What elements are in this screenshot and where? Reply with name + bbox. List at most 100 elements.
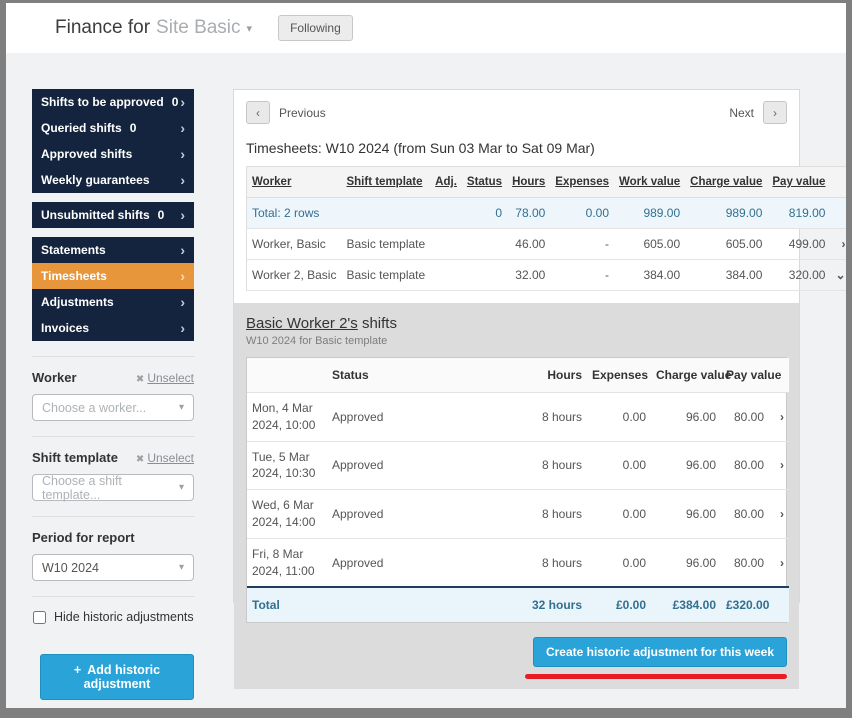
sidebar: Shifts to be approved 0 › Queried shifts… [32,89,194,708]
add-historic-adjustment-button[interactable]: + Add historic adjustment [40,654,194,700]
cell-charge-value: 605.00 [685,228,768,260]
cell-charge-value: 96.00 [651,489,721,539]
cell-status: Approved [327,441,511,491]
cell-pay-value: 320.00 [767,259,831,291]
hide-historic-adjustments-checkbox[interactable] [33,610,46,624]
cell-hours: 8 hours [511,538,587,588]
cell-expenses: - [550,259,614,291]
sidebar-item-timesheets[interactable]: Timesheets › [32,263,194,289]
cell-expenses: - [550,228,614,260]
cell-hours: 8 hours [511,489,587,539]
total-hours: 78.00 [507,197,551,229]
site-caret-down-icon[interactable]: ▾ [247,22,253,35]
sidebar-item-label: Shifts to be approved [41,95,164,109]
cell-date: Wed, 6 Mar 2024, 14:00 [247,489,327,539]
column-header-pay-value: Pay value [721,358,781,393]
sidebar-item-adjustments[interactable]: Adjustments › [32,289,194,315]
shift-row[interactable]: Tue, 5 Mar 2024, 10:30 Approved 8 hours … [247,441,789,491]
count-badge: 0 [129,121,137,135]
shift-row-chevron-right-icon[interactable]: › [769,489,789,539]
following-button[interactable]: Following [278,15,353,41]
column-header-shift-template[interactable]: Shift template [341,166,431,198]
shift-template-filter-label: Shift template [32,450,118,465]
chevron-right-icon: › [180,172,185,188]
total-pay-value: 819.00 [767,197,831,229]
cell-status: Approved [327,489,511,539]
table-row-worker-2-basic[interactable]: Worker 2, Basic Basic template 32.00 - 3… [246,259,846,291]
sidebar-group-finance: Statements › Timesheets › Adjustments › … [32,237,194,341]
sidebar-item-shifts-to-be-approved[interactable]: Shifts to be approved 0 › [32,89,194,115]
sidebar-item-unsubmitted-shifts[interactable]: Unsubmitted shifts 0 › [32,202,194,228]
column-header-pay-value[interactable]: Pay value [767,166,831,198]
column-header-worker[interactable]: Worker [246,166,342,198]
cell-expenses: 0.00 [587,392,651,442]
column-header-adj[interactable]: Adj. [430,166,462,198]
expand-row-chevron-right-icon[interactable]: › [830,228,846,260]
caret-down-icon: ▾ [178,562,184,573]
column-header-status[interactable]: Status [461,166,508,198]
shift-row-chevron-right-icon[interactable]: › [769,441,789,491]
total-hours: 32 hours [511,586,587,623]
cell-hours: 32.00 [507,259,551,291]
divider [32,516,194,517]
sidebar-group-shifts: Shifts to be approved 0 › Queried shifts… [32,89,194,193]
previous-button[interactable]: ‹ [246,101,270,124]
worker-select[interactable]: Choose a worker... ▾ [32,394,194,421]
cell-date: Tue, 5 Mar 2024, 10:30 [247,441,327,491]
worker-unselect-link[interactable]: ✖ Unselect [136,371,194,385]
table-header-row: Worker Shift template Adj. Status Hours … [246,166,846,198]
hide-historic-adjustments-label: Hide historic adjustments [54,610,194,624]
cell-charge-value: 384.00 [685,259,768,291]
create-historic-adjustment-button[interactable]: Create historic adjustment for this week [532,637,787,668]
sidebar-item-weekly-guarantees[interactable]: Weekly guarantees › [32,167,194,193]
sidebar-item-queried-shifts[interactable]: Queried shifts 0 › [32,115,194,141]
sidebar-item-label: Approved shifts [41,147,133,161]
total-expenses: £0.00 [587,586,651,623]
column-header-work-value[interactable]: Work value [614,166,686,198]
shift-template-select[interactable]: Choose a shift template... ▾ [32,474,194,502]
timesheets-table: Worker Shift template Adj. Status Hours … [246,166,846,291]
total-pay-value: £320.00 [721,586,769,623]
worker-shifts-table: Status Hours Expenses Charge value Pay v… [247,358,789,623]
column-header-hours[interactable]: Hours [507,166,551,198]
next-label: Next [729,105,754,120]
cell-shift-template: Basic template [341,228,431,260]
shift-row-chevron-right-icon[interactable]: › [769,392,789,442]
column-header-expenses: Expenses [587,358,651,393]
close-icon: ✖ [135,454,145,465]
chevron-right-icon: › [180,146,185,162]
shift-row[interactable]: Mon, 4 Mar 2024, 10:00 Approved 8 hours … [247,392,789,442]
chevron-right-icon: › [180,294,185,310]
column-header-charge-value[interactable]: Charge value [685,166,768,198]
total-label: Total: 2 rows [246,197,342,229]
cell-expenses: 0.00 [587,441,651,491]
shift-row[interactable]: Fri, 8 Mar 2024, 11:00 Approved 8 hours … [247,538,789,588]
sidebar-item-label: Weekly guarantees [41,173,150,187]
sidebar-item-statements[interactable]: Statements › [32,237,194,263]
page-title: Finance for [55,17,151,38]
cell-pay-value: 80.00 [721,441,769,491]
detail-subtitle: W10 2024 for Basic template [246,335,388,347]
collapse-row-chevron-down-icon[interactable]: ⌄ [830,259,846,291]
worker-select-placeholder: Choose a worker... [42,400,147,415]
shift-template-unselect-link[interactable]: ✖ Unselect [136,451,194,465]
site-selector[interactable]: Site Basic [156,17,240,39]
next-button[interactable]: › [763,101,787,124]
table-row-worker-basic[interactable]: Worker, Basic Basic template 46.00 - 605… [246,228,846,260]
shift-row[interactable]: Wed, 6 Mar 2024, 14:00 Approved 8 hours … [247,489,789,539]
total-expenses: 0.00 [550,197,614,229]
column-header-expenses[interactable]: Expenses [550,166,614,198]
detail-title-suffix: shifts [361,315,397,332]
divider [32,436,194,437]
sidebar-item-invoices[interactable]: Invoices › [32,315,194,341]
cell-status: Approved [327,538,511,588]
cell-worker: Worker, Basic [246,228,342,260]
sidebar-item-label: Unsubmitted shifts [41,208,150,222]
period-select[interactable]: W10 2024 ▾ [32,554,194,581]
column-header-expand [830,166,846,198]
column-header-hours: Hours [511,358,587,393]
shift-row-chevron-right-icon[interactable]: › [769,538,789,588]
sidebar-item-approved-shifts[interactable]: Approved shifts › [32,141,194,167]
worker-name-link[interactable]: Basic Worker 2's [246,315,358,332]
timesheets-panel: ‹ Previous Next › Timesheets: W10 2024 (… [233,89,846,690]
